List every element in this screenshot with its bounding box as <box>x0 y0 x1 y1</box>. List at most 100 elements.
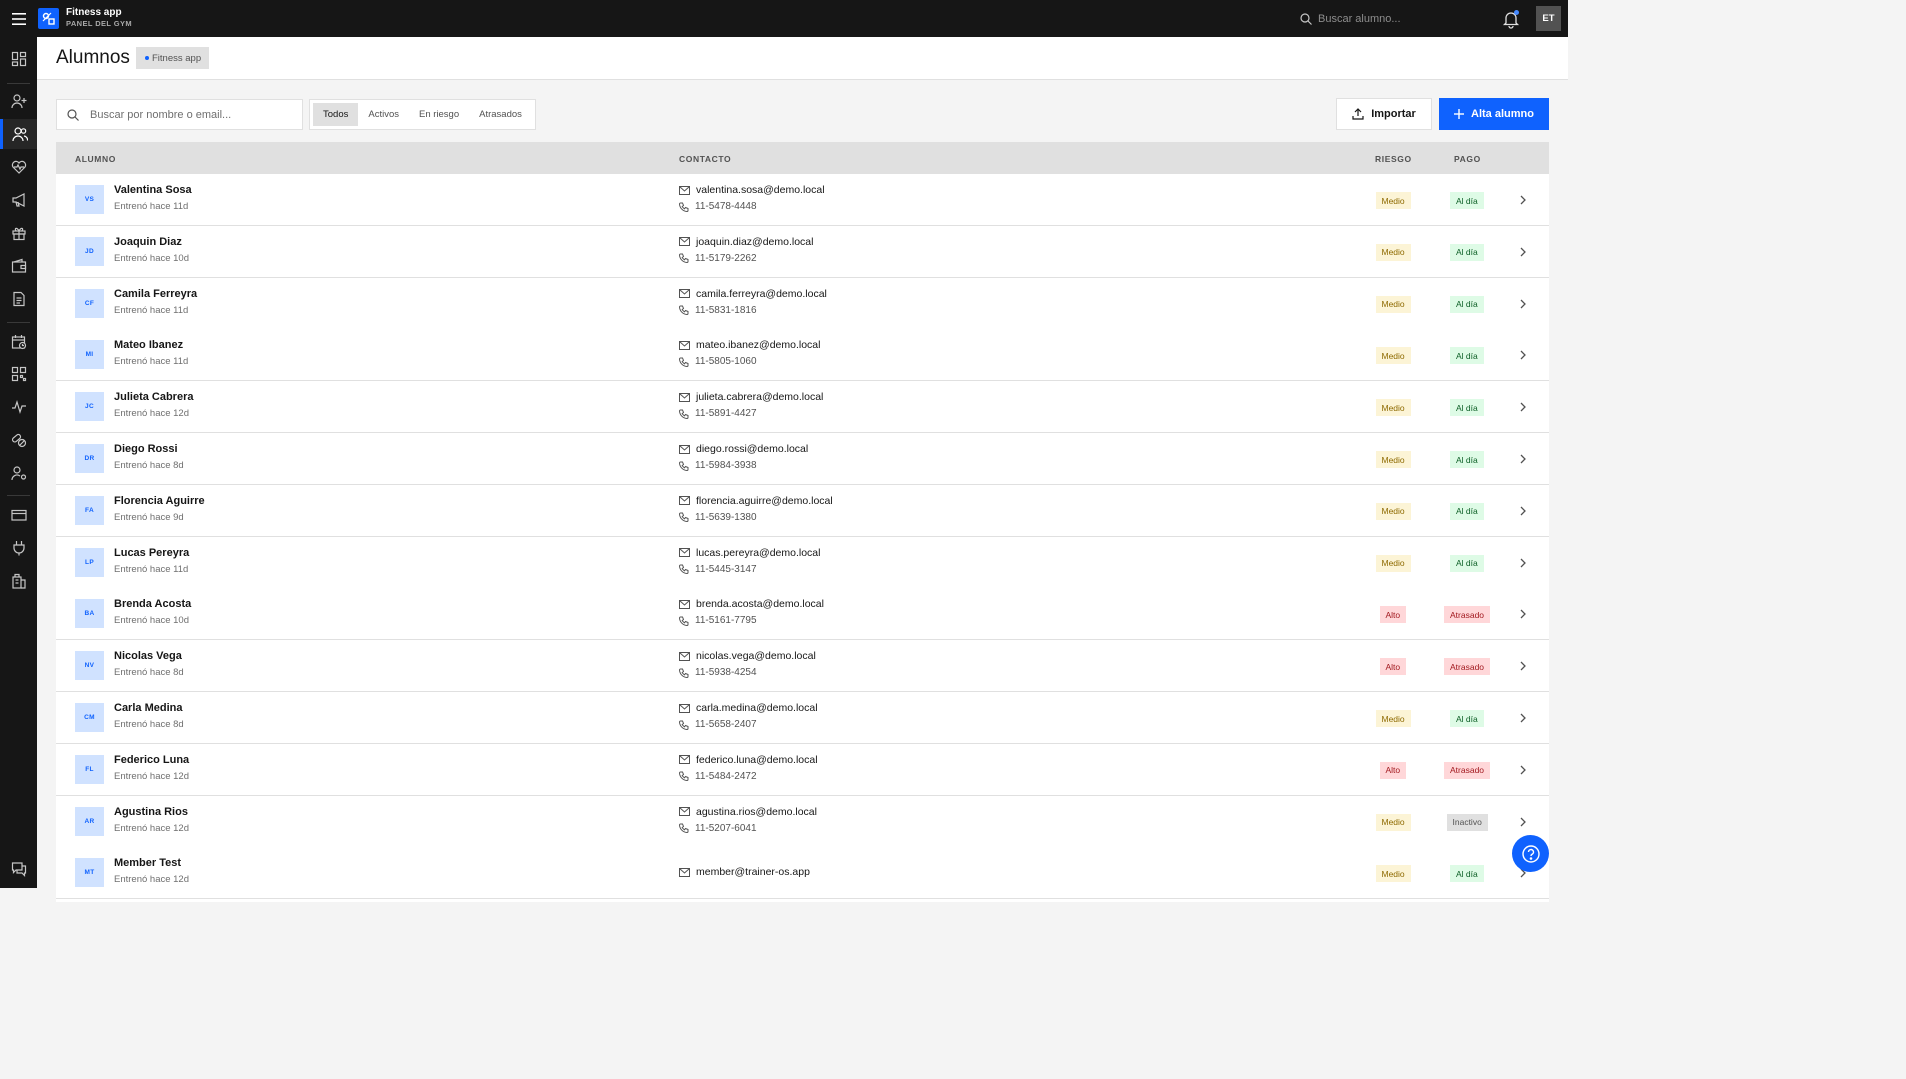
table-row[interactable]: AR Agustina Rios Entrenó hace 12d agusti… <box>56 795 1549 848</box>
table-row[interactable]: JD Joaquin Diaz Entrenó hace 10d joaquin… <box>56 225 1549 278</box>
phone-icon <box>679 461 689 471</box>
table-row[interactable]: CF Camila Ferreyra Entrenó hace 11d cami… <box>56 277 1549 330</box>
sidebar-add-user-icon[interactable] <box>0 86 37 116</box>
student-name[interactable]: Diego Rossi <box>114 443 178 455</box>
phone-icon <box>679 564 689 575</box>
mail-icon <box>679 340 690 350</box>
mail-icon <box>679 755 690 765</box>
student-name[interactable]: Florencia Aguirre <box>114 495 205 507</box>
payment-badge: Al día <box>1450 865 1484 883</box>
search-input[interactable]: Buscar por nombre o email... <box>56 99 303 130</box>
app-logo-icon[interactable] <box>38 8 59 29</box>
sidebar-dashboard-icon[interactable] <box>0 44 37 74</box>
sidebar-users-icon[interactable] <box>0 119 37 149</box>
table-row[interactable]: MT Member Test Entrenó hace 12d member@t… <box>56 847 1549 900</box>
bell-icon[interactable] <box>1501 9 1521 29</box>
chevron-right-icon[interactable] <box>1517 764 1529 776</box>
global-search[interactable]: Buscar alumno... <box>1300 0 1401 37</box>
student-last-training: Entrenó hace 11d <box>114 563 189 575</box>
sidebar-activity-icon[interactable] <box>0 392 37 422</box>
chevron-right-icon[interactable] <box>1517 349 1529 361</box>
student-name[interactable]: Nicolas Vega <box>114 650 182 662</box>
student-name[interactable]: Agustina Rios <box>114 806 188 818</box>
avatar: MT <box>75 858 104 888</box>
chevron-right-icon[interactable] <box>1517 401 1529 413</box>
mail-icon <box>679 237 690 247</box>
student-phone-text: 11-5207-6041 <box>695 822 757 834</box>
sidebar-qr-code-icon[interactable] <box>0 359 37 389</box>
student-name[interactable]: Federico Luna <box>114 754 189 766</box>
sidebar-health-icon[interactable] <box>0 152 37 182</box>
chevron-right-icon[interactable] <box>1517 194 1529 206</box>
student-last-training: Entrenó hace 12d <box>114 874 190 886</box>
col-alumno[interactable]: ALUMNO <box>75 154 116 164</box>
filter-todos[interactable]: Todos <box>313 103 359 126</box>
sidebar-megaphone-icon[interactable] <box>0 185 37 215</box>
table-row[interactable]: VS Valentina Sosa Entrenó hace 11d valen… <box>56 174 1549 226</box>
table-row[interactable]: CM Carla Medina Entrenó hace 8d carla.me… <box>56 692 1549 744</box>
student-email-text: carla.medina@demo.local <box>696 702 818 714</box>
chevron-right-icon[interactable] <box>1517 816 1529 828</box>
student-name[interactable]: Camila Ferreyra <box>114 288 197 300</box>
table-row[interactable]: MI Mateo Ibanez Entrenó hace 11d mateo.i… <box>56 329 1549 382</box>
payment-badge: Al día <box>1450 502 1484 520</box>
col-riesgo[interactable]: RIESGO <box>1375 154 1412 164</box>
sidebar-building-icon[interactable] <box>0 566 37 596</box>
chevron-right-icon[interactable] <box>1517 712 1529 724</box>
import-button[interactable]: Importar <box>1336 98 1432 130</box>
payment-badge: Al día <box>1450 451 1484 468</box>
student-name[interactable]: Julieta Cabrera <box>114 391 193 403</box>
col-pago[interactable]: PAGO <box>1454 154 1481 164</box>
student-email-text: camila.ferreyra@demo.local <box>696 287 827 300</box>
chevron-right-icon[interactable] <box>1517 557 1529 569</box>
mail-icon <box>679 185 690 195</box>
sidebar-credit-card-icon[interactable] <box>0 500 37 530</box>
filter-en-riesgo[interactable]: En riesgo <box>409 103 469 126</box>
filter-activos[interactable]: Activos <box>358 103 409 126</box>
table-row[interactable]: DR Diego Rossi Entrenó hace 8d diego.ros… <box>56 433 1549 485</box>
student-name[interactable]: Lucas Pereyra <box>114 547 189 559</box>
student-email: diego.rossi@demo.local <box>679 443 808 455</box>
sidebar-user-settings-icon[interactable] <box>0 458 37 488</box>
student-name[interactable]: Member Test <box>114 857 181 869</box>
payment-badge: Atrasado <box>1444 606 1491 624</box>
student-name[interactable]: Joaquin Diaz <box>114 236 182 248</box>
sidebar-chat-icon[interactable] <box>0 854 37 884</box>
student-last-training: Entrenó hace 10d <box>114 252 190 264</box>
chevron-right-icon[interactable] <box>1517 660 1529 672</box>
table-row[interactable]: NV Nicolas Vega Entrenó hace 8d nicolas.… <box>56 640 1549 693</box>
add-student-button[interactable]: Alta alumno <box>1439 98 1549 130</box>
table-row[interactable]: BA Brenda Acosta Entrenó hace 10d brenda… <box>56 588 1549 641</box>
risk-badge: Alto <box>1379 606 1407 624</box>
phone-icon <box>679 823 689 834</box>
student-phone: 11-5179-2262 <box>679 253 757 264</box>
chevron-right-icon[interactable] <box>1517 246 1529 258</box>
student-name[interactable]: Mateo Ibanez <box>114 339 183 351</box>
chevron-right-icon[interactable] <box>1517 608 1529 620</box>
student-name[interactable]: Carla Medina <box>114 702 182 714</box>
help-button[interactable] <box>1512 835 1549 872</box>
table-row[interactable]: FA Florencia Aguirre Entrenó hace 9d flo… <box>56 484 1549 537</box>
student-last-training: Entrenó hace 11d <box>114 304 189 316</box>
chevron-right-icon[interactable] <box>1517 453 1529 465</box>
col-contacto[interactable]: CONTACTO <box>679 154 731 164</box>
student-phone: 11-5891-4427 <box>679 408 757 419</box>
mail-icon <box>679 867 690 877</box>
table-row[interactable]: LP Lucas Pereyra Entrenó hace 11d lucas.… <box>56 536 1549 589</box>
sidebar-gift-icon[interactable] <box>0 218 37 248</box>
table-row[interactable]: FL Federico Luna Entrenó hace 12d federi… <box>56 743 1549 796</box>
sidebar-document-icon[interactable] <box>0 284 37 314</box>
sidebar-pills-icon[interactable] <box>0 425 37 455</box>
table-row[interactable]: JC Julieta Cabrera Entrenó hace 12d juli… <box>56 381 1549 434</box>
student-name[interactable]: Valentina Sosa <box>114 184 192 196</box>
filter-atrasados[interactable]: Atrasados <box>469 103 532 126</box>
chevron-right-icon[interactable] <box>1517 298 1529 310</box>
sidebar-calendar-icon[interactable] <box>0 327 37 357</box>
sidebar-plug-icon[interactable] <box>0 533 37 563</box>
menu-icon[interactable] <box>0 0 37 37</box>
chevron-right-icon[interactable] <box>1517 505 1529 517</box>
sidebar-wallet-icon[interactable] <box>0 251 37 281</box>
student-last-training: Entrenó hace 11d <box>114 356 189 368</box>
user-avatar[interactable]: ET <box>1536 6 1561 31</box>
student-name[interactable]: Brenda Acosta <box>114 598 191 610</box>
